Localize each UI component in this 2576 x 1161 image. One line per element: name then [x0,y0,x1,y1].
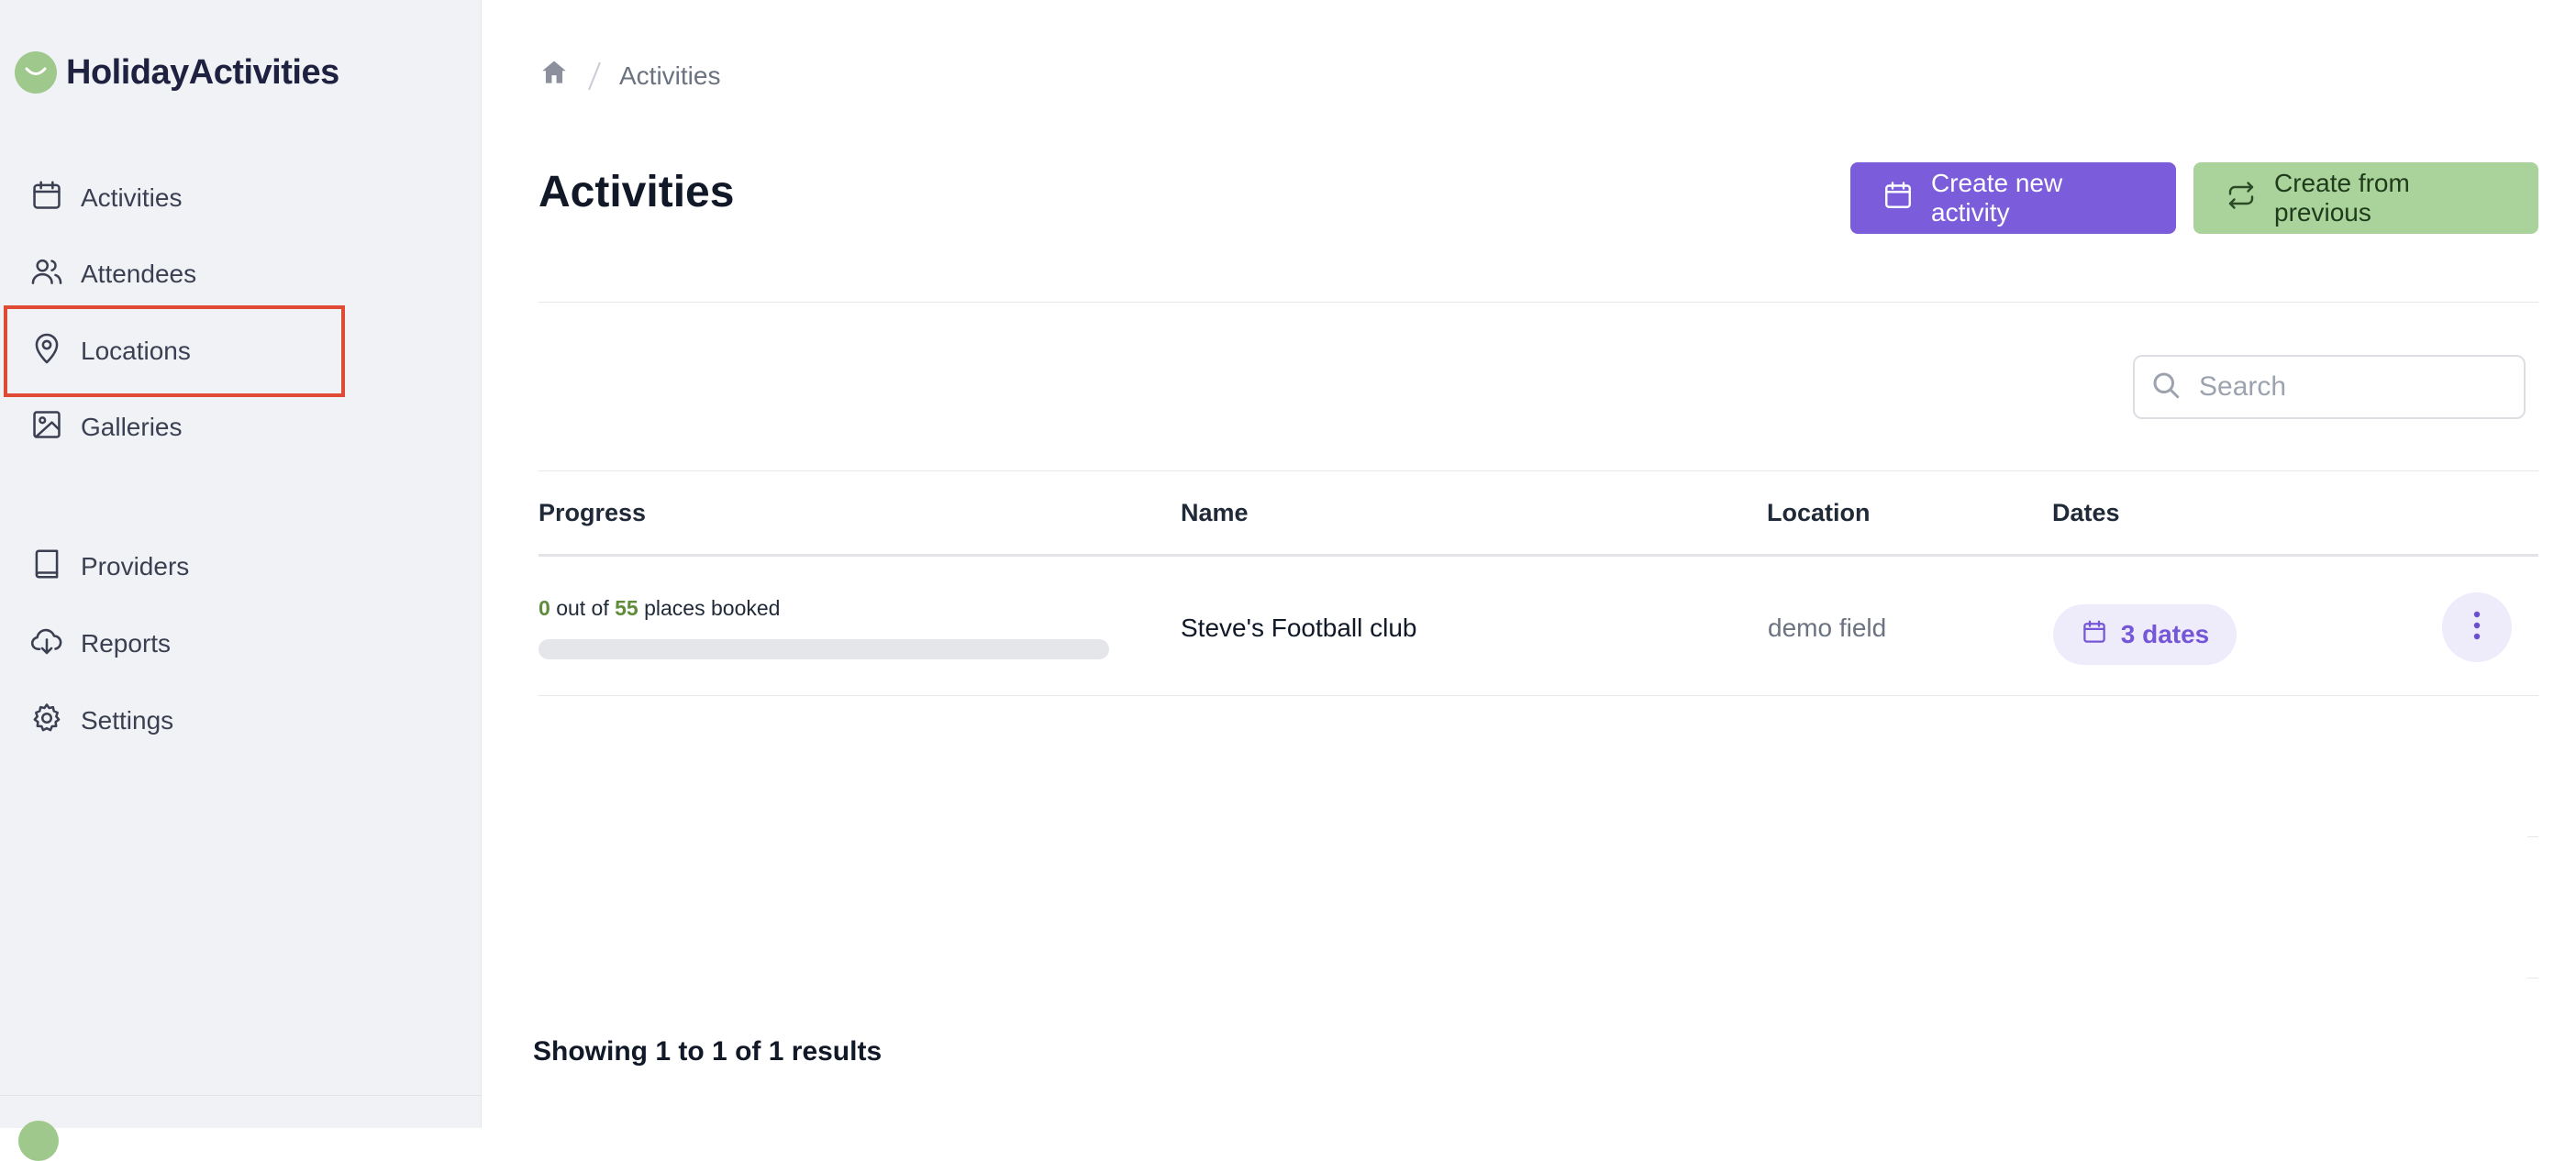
breadcrumb-separator [588,61,601,90]
highlight-box [4,305,345,397]
brand[interactable]: HolidayActivities [15,51,339,94]
home-icon[interactable] [539,57,570,94]
row-actions-button[interactable] [2442,592,2512,662]
dates-label: 3 dates [2120,620,2210,648]
sidebar-item-label: Settings [81,706,174,735]
search-input[interactable] [2197,370,2513,404]
progress-out-of: out of [556,596,609,620]
pagination-prefix: Showing [533,1036,648,1067]
sidebar-item-attendees[interactable]: Attendees [29,247,196,302]
users-icon [29,254,64,295]
pagination-summary: Showing 1 to 1 of 1 results [533,1036,882,1067]
create-from-previous-button[interactable]: Create from previous [2193,162,2538,234]
pagination-to-word: to [678,1036,705,1067]
more-vertical-icon [2472,610,2482,646]
sidebar-item-label: Attendees [81,260,197,288]
pagination-from: 1 [655,1036,672,1067]
pagination-of-word: of [735,1036,761,1067]
pagination-total: 1 [768,1036,784,1067]
sidebar-item-label: Providers [81,552,190,580]
avatar[interactable] [18,1121,59,1161]
progress-suffix: places booked [644,596,781,620]
calendar-icon [2081,618,2108,652]
sidebar-item-settings[interactable]: Settings [29,693,173,748]
sidebar-item-galleries[interactable]: Galleries [29,400,182,455]
activity-name[interactable]: Steve's Football club [1181,614,1416,643]
booked-count: 0 [539,596,550,620]
calendar-icon [1882,179,1915,218]
activity-location: demo field [1768,614,1887,642]
brand-logo-icon [15,51,57,94]
sidebar-item-reports[interactable]: Reports [29,616,171,671]
sidebar-item-label: Activities [81,183,183,212]
create-from-previous-label: Create from previous [2274,169,2410,227]
cloud-download-icon [29,624,64,665]
progress-bar [539,639,1109,659]
table-row-border [539,695,2538,696]
capacity-count: 55 [615,596,638,620]
create-new-activity-button[interactable]: Create new activity [1850,162,2176,234]
main-content: Activities Activities Create new activit… [482,0,2576,1128]
breadcrumb: Activities [539,57,720,94]
table-header-border [539,554,2538,557]
scroll-track-mark [2527,978,2538,979]
header-divider [539,302,2538,303]
page-title: Activities [539,168,735,216]
calendar-icon [29,178,64,219]
breadcrumb-current[interactable]: Activities [619,61,720,91]
dates-badge-button[interactable]: 3 dates [2053,604,2237,665]
sidebar: HolidayActivities Activities Attendees L… [0,0,482,1161]
progress-text: 0 out of 55 places booked [539,596,780,621]
search-box[interactable] [2133,355,2526,419]
gear-icon [29,701,64,742]
book-icon [29,547,64,588]
repeat-icon [2225,179,2258,218]
column-header-name[interactable]: Name [1181,499,1249,527]
column-header-location[interactable]: Location [1767,499,1871,527]
column-header-dates[interactable]: Dates [2052,499,2120,527]
create-new-activity-label: Create new activity [1931,169,2063,227]
sidebar-item-activities[interactable]: Activities [29,171,182,226]
sidebar-item-providers[interactable]: Providers [29,539,189,594]
scroll-track-mark [2527,836,2538,837]
sidebar-item-label: Galleries [81,413,183,441]
table-top-border [539,470,2538,471]
pagination-to: 1 [712,1036,727,1067]
pagination-suffix: results [791,1036,883,1067]
brand-name: HolidayActivities [66,52,339,92]
search-icon [2149,369,2182,406]
sidebar-divider [0,1095,482,1096]
column-header-progress[interactable]: Progress [539,499,646,527]
sidebar-item-label: Reports [81,629,172,658]
image-icon [29,407,64,448]
